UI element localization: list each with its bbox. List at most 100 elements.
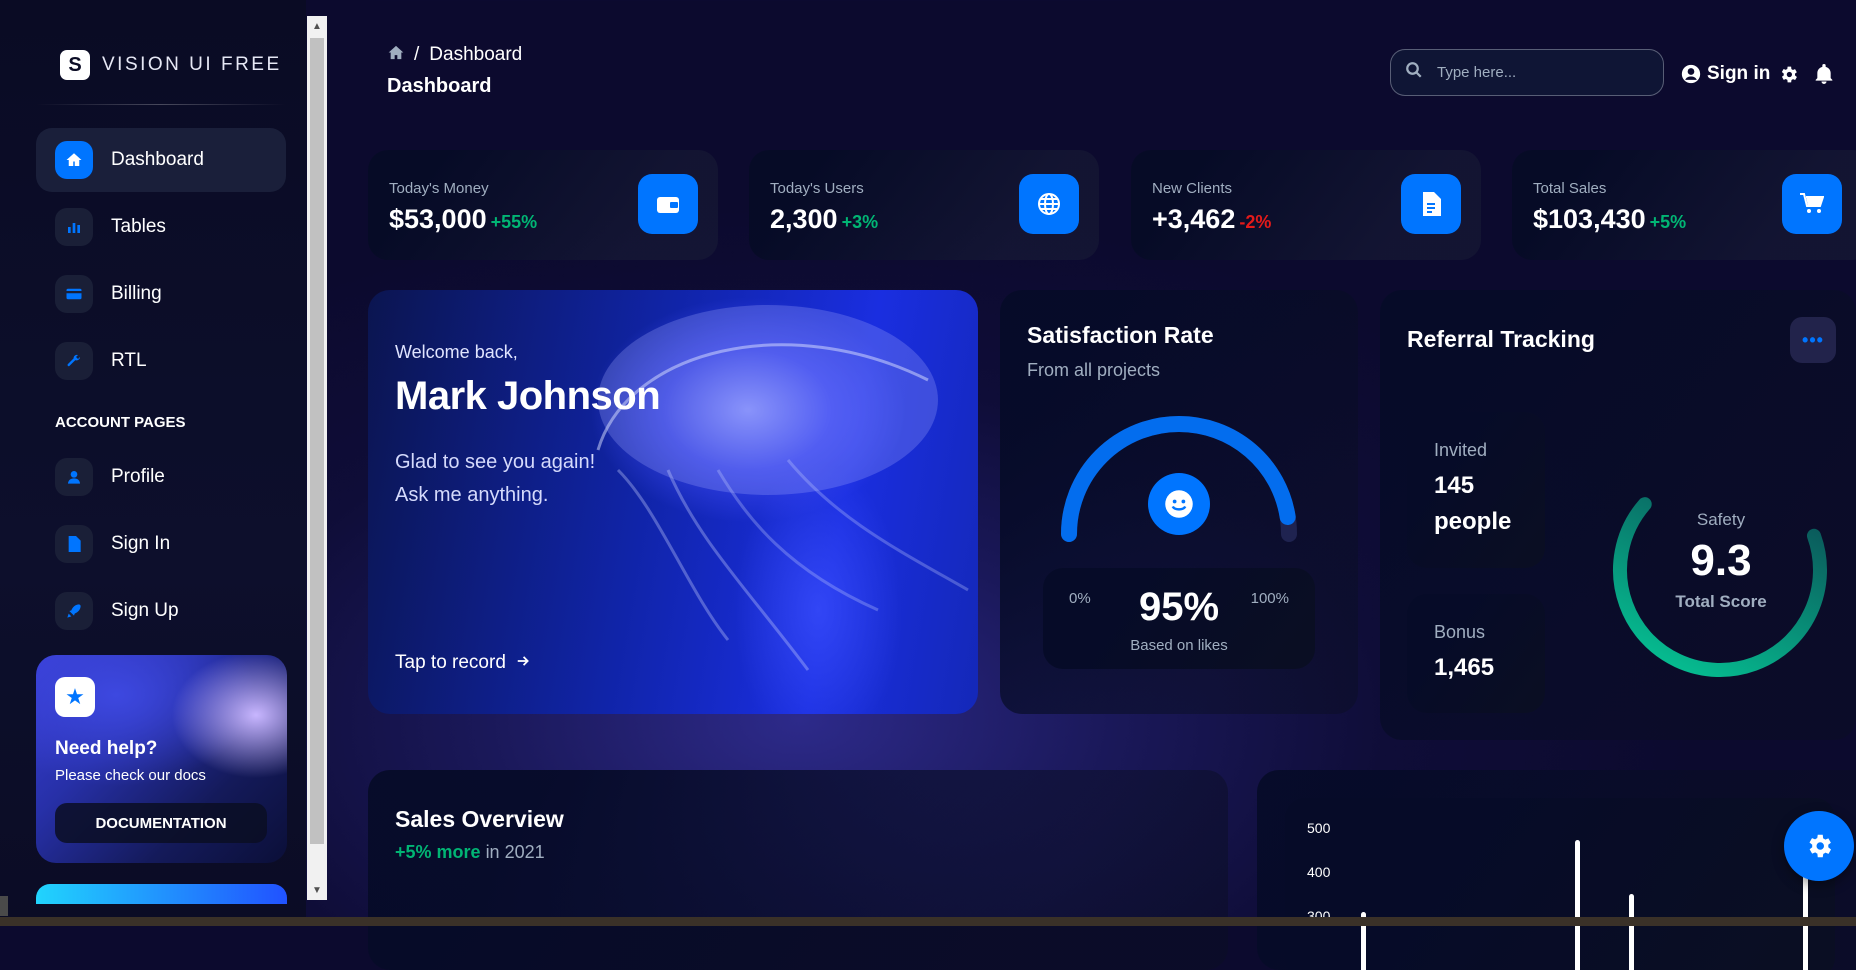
sidebar-item-label: Sign In	[111, 533, 171, 554]
welcome-line-2: Ask me anything.	[395, 484, 549, 506]
tick-label: 400	[1307, 864, 1331, 880]
stat-label: New Clients	[1152, 180, 1233, 197]
settings-fab-button[interactable]	[1784, 811, 1854, 881]
scroll-up-arrow-icon[interactable]: ▲	[307, 16, 327, 36]
search-box[interactable]	[1390, 49, 1664, 96]
document-icon	[1401, 174, 1461, 234]
search-input[interactable]	[1435, 63, 1639, 82]
active-users-card: 500 400 300	[1257, 770, 1856, 970]
stat-delta: +55%	[490, 212, 538, 232]
bars-chart: 500 400 300	[1285, 798, 1835, 970]
sidebar-item-rtl[interactable]: RTL	[36, 329, 286, 393]
stat-value: +3,462 -2%	[1152, 204, 1271, 235]
user-circle-icon	[1681, 64, 1701, 84]
help-subtitle: Please check our docs	[55, 767, 206, 784]
upgrade-button[interactable]	[36, 884, 287, 904]
divider	[36, 104, 286, 105]
window-edge-marker	[0, 896, 8, 916]
home-icon[interactable]	[388, 45, 404, 65]
rocket-icon	[55, 592, 93, 630]
tap-to-record-label: Tap to record	[395, 652, 506, 673]
stat-delta: -2%	[1239, 212, 1272, 232]
documentation-button[interactable]: DOCUMENTATION	[55, 803, 267, 843]
globe-icon	[1019, 174, 1079, 234]
invited-value: 145 people	[1434, 468, 1511, 540]
sidebar-item-billing[interactable]: Billing	[36, 262, 286, 326]
sidebar-item-label: Billing	[111, 283, 162, 304]
scroll-down-arrow-icon[interactable]: ▼	[307, 880, 327, 900]
bell-icon[interactable]	[1815, 64, 1833, 90]
breadcrumb: / Dashboard	[388, 44, 522, 66]
invited-count: 145	[1434, 472, 1475, 499]
help-title: Need help?	[55, 738, 158, 759]
sidebar-item-label: Dashboard	[111, 149, 204, 170]
satisfaction-caption: Based on likes	[1130, 637, 1228, 654]
stat-number: +3,462	[1152, 204, 1236, 234]
referral-title: Referral Tracking	[1407, 326, 1595, 352]
breadcrumb-current: Dashboard	[429, 44, 523, 65]
sidebar-item-signin[interactable]: Sign In	[36, 512, 286, 576]
sales-title: Sales Overview	[395, 806, 564, 832]
bonus-label: Bonus	[1434, 622, 1486, 642]
signin-label: Sign in	[1707, 63, 1771, 84]
scroll-thumb[interactable]	[310, 38, 324, 844]
invited-box: Invited 145 people	[1407, 412, 1545, 568]
sidebar-item-tables[interactable]: Tables	[36, 195, 286, 259]
sales-suffix: in 2021	[485, 842, 545, 862]
more-options-button[interactable]: •••	[1790, 317, 1836, 363]
star-icon: ★	[55, 677, 95, 717]
search-icon	[1405, 61, 1423, 84]
stat-delta: +3%	[841, 212, 879, 232]
stat-card-money: Today's Money $53,000 +55%	[368, 150, 718, 260]
welcome-card: Welcome back, Mark Johnson Glad to see y…	[368, 290, 978, 714]
sidebar-item-label: Profile	[111, 466, 165, 487]
user-name: Mark Johnson	[395, 374, 661, 418]
stat-value: $53,000 +55%	[389, 204, 537, 235]
sales-overview-card: Sales Overview +5% more in 2021	[368, 770, 1228, 970]
sidebar-item-signup[interactable]: Sign Up	[36, 579, 286, 643]
tick-label: 500	[1307, 820, 1331, 836]
taskbar-edge	[0, 917, 1856, 926]
safety-label: Safety	[1696, 510, 1746, 529]
stat-label: Today's Users	[770, 180, 864, 197]
home-icon	[55, 141, 93, 179]
invited-unit: people	[1434, 508, 1512, 535]
gear-icon[interactable]	[1778, 64, 1799, 91]
sidebar-item-profile[interactable]: Profile	[36, 445, 286, 509]
safety-score: 9.3	[1690, 536, 1752, 585]
bonus-value: 1,465	[1434, 654, 1495, 681]
sidebar-item-label: Tables	[111, 216, 166, 237]
total-score-label: Total Score	[1675, 592, 1767, 611]
stat-value: 2,300 +3%	[770, 204, 878, 235]
sidebar: S VISION UI FREE Dashboard Tables Billin…	[0, 0, 306, 926]
sidebar-item-dashboard[interactable]: Dashboard	[36, 128, 286, 192]
stat-number: $103,430	[1533, 204, 1646, 234]
smile-icon	[1148, 473, 1210, 535]
page-title: Dashboard	[387, 75, 492, 97]
satisfaction-card: Satisfaction Rate From all projects 0% 9…	[1000, 290, 1358, 714]
stat-card-sales: Total Sales $103,430 +5%	[1512, 150, 1856, 260]
brand[interactable]: S VISION UI FREE	[60, 50, 282, 80]
breadcrumb-separator: /	[414, 44, 420, 65]
wrench-icon	[55, 342, 93, 380]
person-icon	[55, 458, 93, 496]
sales-subtitle: +5% more in 2021	[395, 842, 545, 863]
stat-number: $53,000	[389, 204, 487, 234]
satisfaction-subtitle: From all projects	[1027, 360, 1161, 380]
document-icon	[55, 525, 93, 563]
stat-delta: +5%	[1649, 212, 1687, 232]
sidebar-item-label: Sign Up	[111, 600, 179, 621]
chart-bar	[1575, 840, 1580, 970]
signin-link[interactable]: Sign in	[1681, 63, 1770, 85]
stat-card-clients: New Clients +3,462 -2%	[1131, 150, 1481, 260]
tap-to-record-link[interactable]: Tap to record	[395, 652, 530, 674]
stat-label: Total Sales	[1533, 180, 1607, 197]
welcome-line-1: Glad to see you again!	[395, 451, 596, 473]
satisfaction-value-box: 0% 95% 100% Based on likes	[1043, 568, 1315, 669]
brand-logo-icon: S	[60, 50, 90, 80]
bar-chart-icon	[55, 208, 93, 246]
arrow-right-icon	[516, 652, 530, 674]
welcome-message: Glad to see you again! Ask me anything.	[395, 446, 595, 512]
sidebar-scrollbar[interactable]: ▲ ▼	[307, 16, 327, 900]
chart-bar	[1629, 894, 1634, 970]
